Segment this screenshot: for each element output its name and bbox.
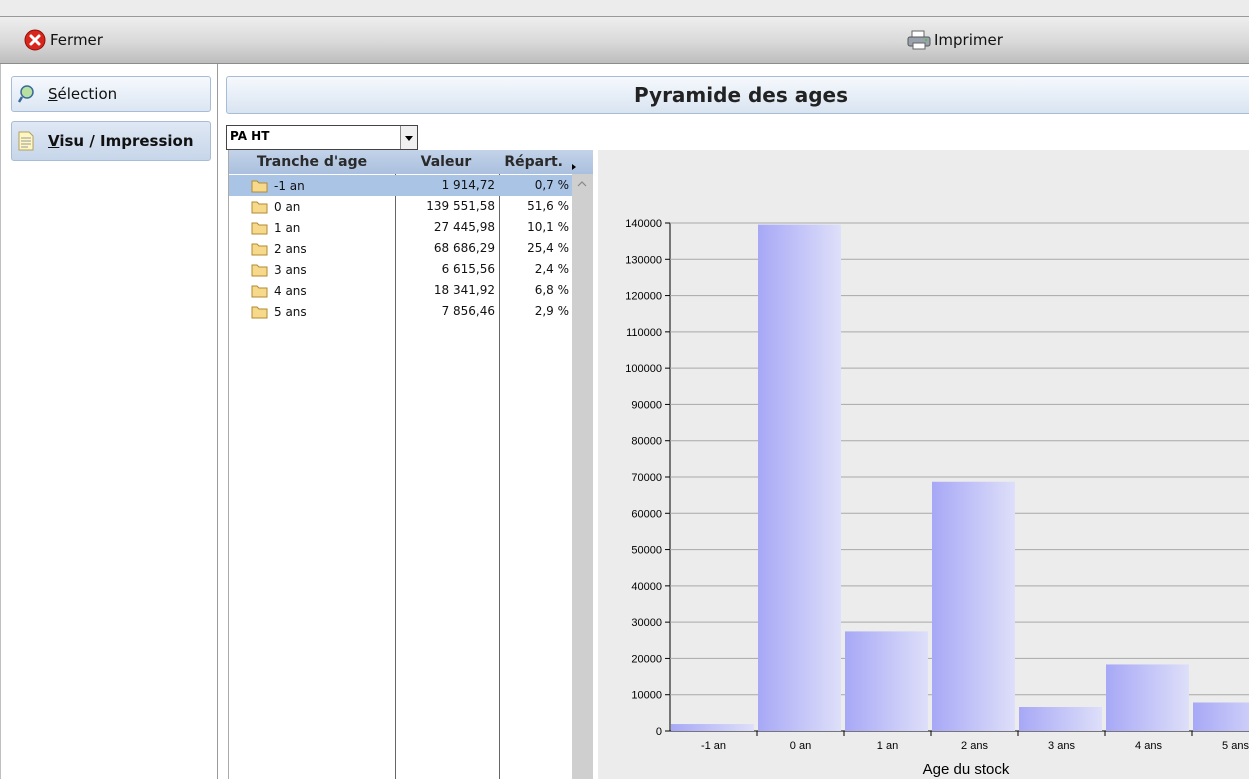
header-value[interactable]: Valeur [395,150,497,174]
y-tick-label: 50000 [631,545,662,557]
selection-label: Sélection [48,85,118,103]
y-tick-label: 70000 [631,472,662,484]
bar [845,631,928,731]
print-button[interactable]: Imprimer [906,17,1003,63]
folder-icon [251,305,268,319]
age-cell: 5 ans [251,301,307,322]
x-tick-label: 4 ans [1135,740,1162,752]
scroll-up-icon[interactable] [574,176,590,190]
y-tick-label: 40000 [631,581,662,593]
value-cell: 139 551,58 [426,199,495,213]
print-button-label: Imprimer [934,31,1003,49]
grid-header: Tranche d'age Valeur Répart. [229,150,593,174]
age-grid: Tranche d'age Valeur Répart. -1 an 1 914… [228,150,593,779]
top-margin [0,0,1249,16]
header-repart[interactable]: Répart. [499,150,563,174]
table-row[interactable]: -1 an 1 914,72 0,7 % [229,175,572,196]
y-tick-label: 130000 [625,254,662,266]
dropdown-button[interactable] [400,126,417,149]
repart-cell: 51,6 % [527,199,569,213]
age-cell: -1 an [251,175,305,196]
y-tick-label: 100000 [625,363,662,375]
table-row[interactable]: 0 an 139 551,58 51,6 % [229,196,572,217]
y-tick-label: 110000 [626,327,662,339]
x-tick-label: -1 an [701,740,726,752]
chevron-right-icon[interactable] [569,157,579,170]
close-icon [24,29,46,51]
bar [1019,706,1102,731]
visu-impression-label: Visu / Impression [48,132,194,150]
folder-icon [251,242,268,256]
age-cell: 0 an [251,196,300,217]
value-type-select[interactable]: PA HT [226,125,418,150]
repart-cell: 25,4 % [527,241,569,255]
value-cell: 27 445,98 [433,220,495,234]
header-age[interactable]: Tranche d'age [229,150,395,174]
selection-icon [16,84,36,104]
age-cell: 4 ans [251,280,307,301]
y-tick-label: 0 [656,726,662,738]
close-button-label: Fermer [50,31,103,49]
value-cell: 18 341,92 [433,283,495,297]
repart-cell: 0,7 % [534,178,569,192]
value-cell: 1 914,72 [441,178,495,192]
value-cell: 68 686,29 [433,241,495,255]
folder-icon [251,221,268,235]
value-cell: 7 856,46 [441,304,495,318]
x-tick-label: 2 ans [961,740,988,752]
x-tick-label: 5 ans [1222,740,1249,752]
y-tick-label: 10000 [631,690,662,702]
document-icon [16,131,36,151]
y-tick-label: 120000 [625,291,662,303]
age-cell: 2 ans [251,238,307,259]
table-row[interactable]: 2 ans 68 686,29 25,4 % [229,238,572,259]
table-row[interactable]: 4 ans 18 341,92 6,8 % [229,280,572,301]
selection-button[interactable]: Sélection [11,76,211,112]
value-type-selected: PA HT [230,129,270,143]
x-tick-label: 3 ans [1048,740,1075,752]
folder-icon [251,263,268,277]
left-panel: Sélection Visu / Impression [0,64,218,779]
bar [758,224,841,731]
repart-cell: 10,1 % [527,220,569,234]
age-cell: 3 ans [251,259,307,280]
folder-icon [251,284,268,298]
bar [1193,702,1249,731]
folder-icon [251,200,268,214]
y-tick-label: 60000 [631,508,662,520]
age-bar-chart: 0 10000 20000 30000 40000 50000 60000 70000 8000… [598,150,1249,779]
repart-cell: 2,4 % [534,262,569,276]
y-tick-label: 30000 [631,617,662,629]
visu-impression-button[interactable]: Visu / Impression [11,121,211,161]
chart-canvas: 0 10000 20000 30000 40000 50000 60000 70000 8000… [625,218,1249,778]
table-row[interactable]: 1 an 27 445,98 10,1 % [229,217,572,238]
folder-icon [251,179,268,193]
repart-cell: 2,9 % [534,304,569,318]
close-button[interactable]: Fermer [24,17,103,63]
x-tick-label: 0 an [790,740,811,752]
toolbar: Fermer Imprimer [0,16,1249,64]
y-tick-label: 140000 [625,218,662,230]
value-cell: 6 615,56 [441,262,495,276]
page-title: Pyramide des ages [226,76,1249,114]
bar [1106,664,1189,731]
bar [932,481,1015,731]
x-axis-label: Age du stock [923,761,1010,778]
y-tick-label: 90000 [631,399,662,411]
x-tick-label: 1 an [877,740,898,752]
vertical-scrollbar[interactable] [572,174,593,779]
repart-cell: 6,8 % [534,283,569,297]
main-panel: Pyramide des ages PA HT Tranche d'age Va… [218,64,1249,779]
y-tick-label: 20000 [631,653,662,665]
table-row[interactable]: 3 ans 6 615,56 2,4 % [229,259,572,280]
age-cell: 1 an [251,217,300,238]
y-tick-label: 80000 [631,436,662,448]
printer-icon [906,29,932,51]
bar [671,724,754,731]
table-row[interactable]: 5 ans 7 856,46 2,9 % [229,301,572,322]
